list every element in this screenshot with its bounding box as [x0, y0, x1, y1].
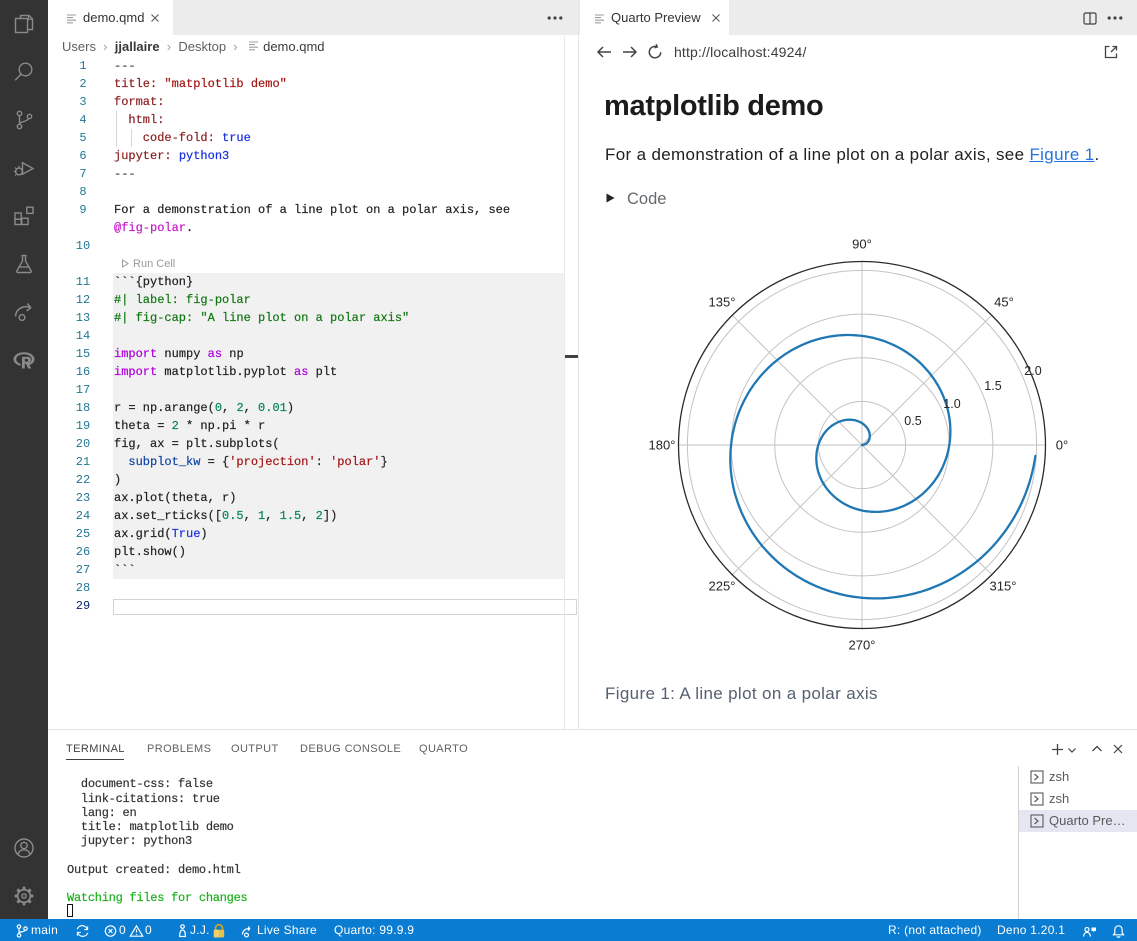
svg-text:0.5: 0.5	[904, 414, 921, 428]
svg-text:45°: 45°	[994, 295, 1014, 310]
svg-text:2.0: 2.0	[1024, 364, 1041, 378]
svg-text:90°: 90°	[852, 237, 872, 252]
svg-text:270°: 270°	[849, 638, 876, 653]
svg-text:225°: 225°	[709, 579, 736, 594]
svg-text:180°: 180°	[649, 438, 676, 453]
svg-text:135°: 135°	[709, 295, 736, 310]
svg-text:0°: 0°	[1056, 438, 1068, 453]
svg-text:315°: 315°	[990, 579, 1017, 594]
svg-text:1.0: 1.0	[943, 397, 960, 411]
svg-text:1.5: 1.5	[984, 379, 1001, 393]
